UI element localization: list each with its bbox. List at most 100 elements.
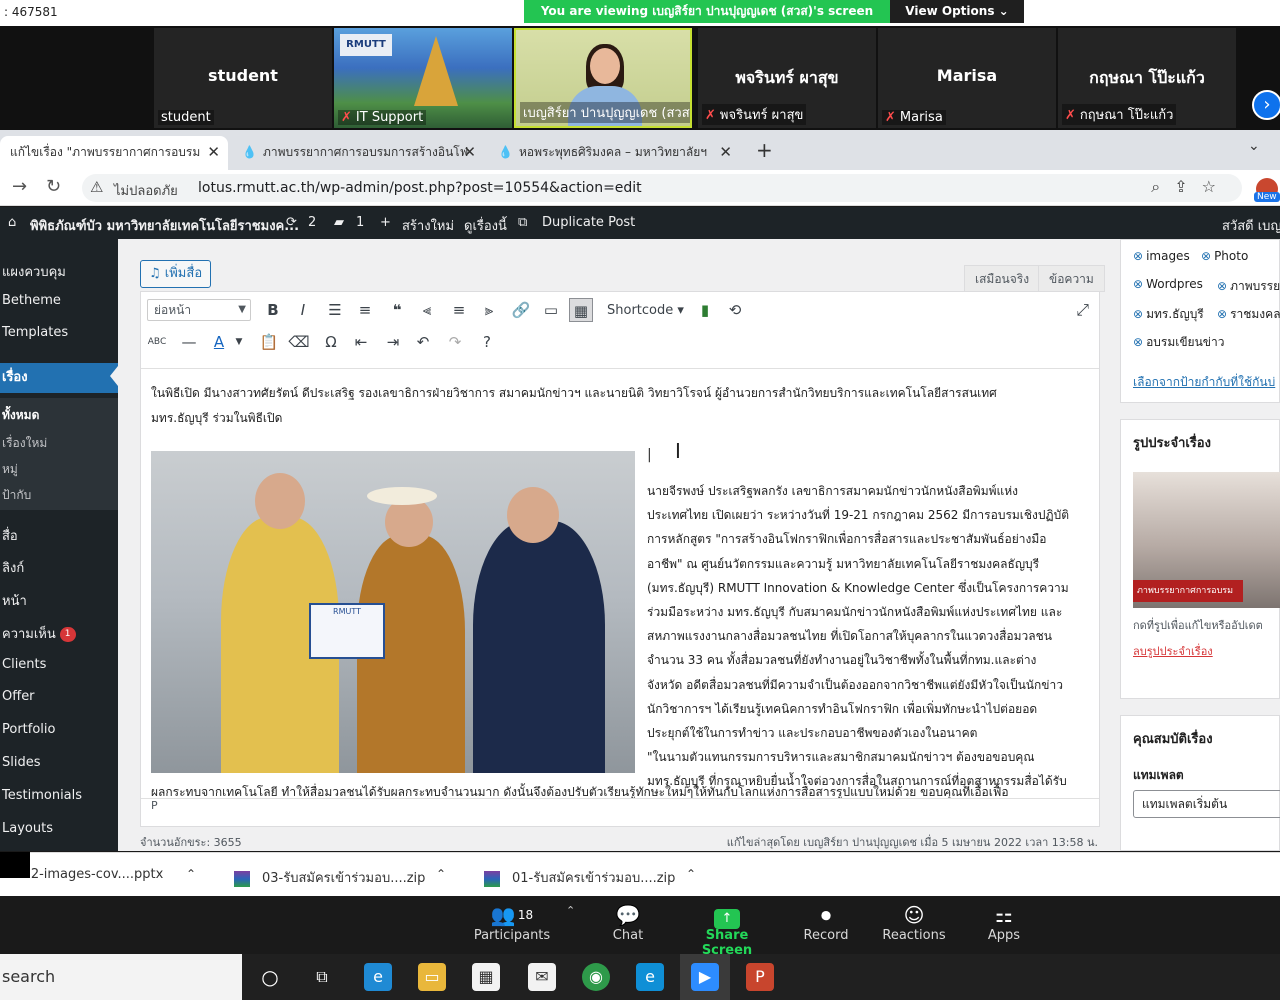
- chevron-up-icon[interactable]: ⌃: [686, 867, 696, 881]
- participant-tile[interactable]: Marisa ✗ Marisa: [878, 28, 1056, 128]
- file-explorer-icon[interactable]: ▭: [418, 963, 446, 991]
- menu-testimonials[interactable]: Testimonials: [0, 788, 118, 803]
- align-right-icon[interactable]: ⫸: [477, 298, 501, 322]
- strikethrough-icon[interactable]: ABC: [145, 330, 169, 354]
- special-char-icon[interactable]: Ω: [319, 330, 343, 354]
- tab-close-icon[interactable]: ✕: [719, 136, 732, 168]
- download-item[interactable]: 03-รับสมัครเข้าร่วมอบ....zip: [234, 867, 425, 888]
- outdent-icon[interactable]: ⇤: [349, 330, 373, 354]
- align-center-icon[interactable]: ≡: [447, 298, 471, 322]
- new-tab-button[interactable]: +: [756, 138, 773, 162]
- tab-visual[interactable]: เสมือนจริง: [964, 265, 1041, 292]
- remove-tag-icon[interactable]: ⊗: [1217, 307, 1227, 321]
- bullet-list-icon[interactable]: ☰: [323, 298, 347, 322]
- tab-search-chevron-icon[interactable]: ⌄: [1248, 138, 1260, 154]
- menu-slides[interactable]: Slides: [0, 755, 118, 770]
- duplicate-post-link[interactable]: Duplicate Post: [542, 215, 635, 230]
- shortcode-dropdown[interactable]: Shortcode ▾: [607, 303, 684, 318]
- remove-featured-image-link[interactable]: ลบรูปประจำเรื่อง: [1133, 642, 1213, 660]
- refresh-icon[interactable]: ⟲: [723, 298, 747, 322]
- menu-clients[interactable]: Clients: [0, 657, 118, 672]
- remove-tag-icon[interactable]: ⊗: [1133, 277, 1143, 291]
- share-screen-button[interactable]: ↑ Share Screen: [679, 902, 775, 958]
- chevron-up-icon[interactable]: ⌃: [186, 867, 196, 881]
- remove-tag-icon[interactable]: ⊗: [1133, 249, 1143, 263]
- align-left-icon[interactable]: ⫷: [415, 298, 439, 322]
- reload-icon[interactable]: ↻: [46, 176, 61, 197]
- tab-text[interactable]: ข้อความ: [1038, 265, 1105, 292]
- submenu-categories[interactable]: หมู่: [0, 460, 118, 479]
- menu-media[interactable]: สื่อ: [0, 525, 118, 546]
- menu-pages[interactable]: หน้า: [0, 590, 118, 611]
- task-view-icon[interactable]: ⧉: [308, 963, 336, 991]
- text-color-dropdown-icon[interactable]: ▼: [227, 330, 251, 354]
- bold-icon[interactable]: B: [261, 298, 285, 322]
- omnibox-action-icons[interactable]: ⌕⇪☆: [1151, 177, 1230, 197]
- greeting-link[interactable]: สวัสดี เบญ: [1222, 215, 1280, 236]
- remove-tag-icon[interactable]: ⊗: [1133, 335, 1143, 349]
- menu-dashboard[interactable]: แผงควบคุม: [0, 261, 118, 282]
- menu-links[interactable]: ลิงก์: [0, 557, 118, 578]
- cortana-icon[interactable]: ○: [256, 963, 284, 991]
- store-icon[interactable]: ▦: [472, 963, 500, 991]
- participant-tile[interactable]: student student: [154, 28, 332, 128]
- chrome-icon[interactable]: ◉: [582, 963, 610, 991]
- menu-offer[interactable]: Offer: [0, 689, 118, 704]
- home-icon[interactable]: ⌂: [8, 215, 16, 230]
- download-item[interactable]: 01-รับสมัครเข้าร่วมอบ....zip: [484, 867, 675, 888]
- duplicate-icon[interactable]: ⧉: [518, 215, 527, 230]
- browser-tab[interactable]: 💧 ภาพบรรยากาศการอบรมการสร้างอินโฟ ✕: [232, 136, 484, 170]
- tab-close-icon[interactable]: ✕: [463, 136, 476, 168]
- zoom-icon[interactable]: ▶: [691, 963, 719, 991]
- new-content-link[interactable]: สร้างใหม่: [402, 215, 454, 236]
- remove-tag-icon[interactable]: ⊗: [1133, 307, 1143, 321]
- chevron-up-icon[interactable]: ⌃: [436, 867, 446, 881]
- menu-templates[interactable]: Templates: [0, 325, 118, 340]
- comments-icon[interactable]: ▰: [334, 215, 344, 230]
- edge-beta-icon[interactable]: e: [636, 963, 664, 991]
- updates-count[interactable]: 2: [308, 215, 316, 230]
- submenu-all-posts[interactable]: ทั้งหมด: [0, 406, 118, 425]
- view-post-link[interactable]: ดูเรื่องนี้: [464, 215, 507, 236]
- participant-tile[interactable]: RMUTT ✗ IT Support: [334, 28, 512, 128]
- italic-icon[interactable]: I: [291, 298, 315, 322]
- menu-posts[interactable]: เรื่อง: [0, 363, 118, 393]
- apps-button[interactable]: ⚏ Apps: [956, 902, 1052, 943]
- toolbar-toggle-icon[interactable]: ▦: [569, 298, 593, 322]
- clear-format-icon[interactable]: ⌫: [287, 330, 311, 354]
- taskbar-search[interactable]: search: [0, 954, 242, 1000]
- editor-content[interactable]: ในพิธีเปิด มีนางสาวทศัยรัตน์ ดีประเสริฐ …: [141, 368, 1099, 798]
- participant-tile-active-speaker[interactable]: เบญสิร์ยา ปานปุญญเดช (สวส): [514, 28, 692, 128]
- forward-arrow-icon[interactable]: →: [12, 176, 27, 197]
- remove-tag-icon[interactable]: ⊗: [1201, 249, 1211, 263]
- read-more-icon[interactable]: ▭: [539, 298, 563, 322]
- remove-tag-icon[interactable]: ⊗: [1217, 279, 1227, 293]
- indent-icon[interactable]: ⇥: [381, 330, 405, 354]
- reactions-button[interactable]: ☺ Reactions: [866, 902, 962, 943]
- horizontal-line-icon[interactable]: —: [177, 330, 201, 354]
- participant-tile[interactable]: กฤษณา โป๊ะแก้ว ✗ กฤษณา โป๊ะแก้ว: [1058, 28, 1236, 128]
- featured-image-thumbnail[interactable]: ภาพบรรยากาศการอบรม: [1133, 472, 1280, 608]
- help-icon[interactable]: ?: [475, 330, 499, 354]
- link-icon[interactable]: 🔗: [509, 298, 533, 322]
- omnibox[interactable]: ⚠ ไม่ปลอดภัย lotus.rmutt.ac.th/wp-admin/…: [82, 174, 1242, 202]
- plus-icon[interactable]: +: [380, 215, 391, 230]
- paste-text-icon[interactable]: 📋: [257, 330, 281, 354]
- record-button[interactable]: ⏺ Record: [778, 902, 874, 943]
- add-media-button[interactable]: ♫ เพิ่มสื่อ: [140, 260, 212, 288]
- edge-icon[interactable]: e: [364, 963, 392, 991]
- redo-icon[interactable]: ↷: [443, 330, 467, 354]
- choose-tags-link[interactable]: เลือกจากป้ายกำกับที่ใช้กันบ่: [1133, 373, 1275, 392]
- format-select[interactable]: ย่อหน้า ▼: [147, 299, 251, 321]
- blockquote-icon[interactable]: ❝: [385, 298, 409, 322]
- url-text[interactable]: lotus.rmutt.ac.th/wp-admin/post.php?post…: [198, 180, 642, 196]
- numbered-list-icon[interactable]: ≡: [353, 298, 377, 322]
- undo-icon[interactable]: ↶: [411, 330, 435, 354]
- menu-comments[interactable]: ความเห็น 1: [0, 623, 118, 644]
- participant-tile[interactable]: พจรินทร์ ผาสุข ✗ พจรินทร์ ผาสุข: [698, 28, 876, 128]
- plugin-icon[interactable]: ▮: [693, 298, 717, 322]
- gallery-next-arrow-icon[interactable]: ›: [1252, 90, 1280, 120]
- template-select[interactable]: แทมเพลตเริ่มต้น: [1133, 790, 1280, 818]
- updates-icon[interactable]: ⟳: [286, 215, 297, 230]
- comments-count[interactable]: 1: [356, 215, 364, 230]
